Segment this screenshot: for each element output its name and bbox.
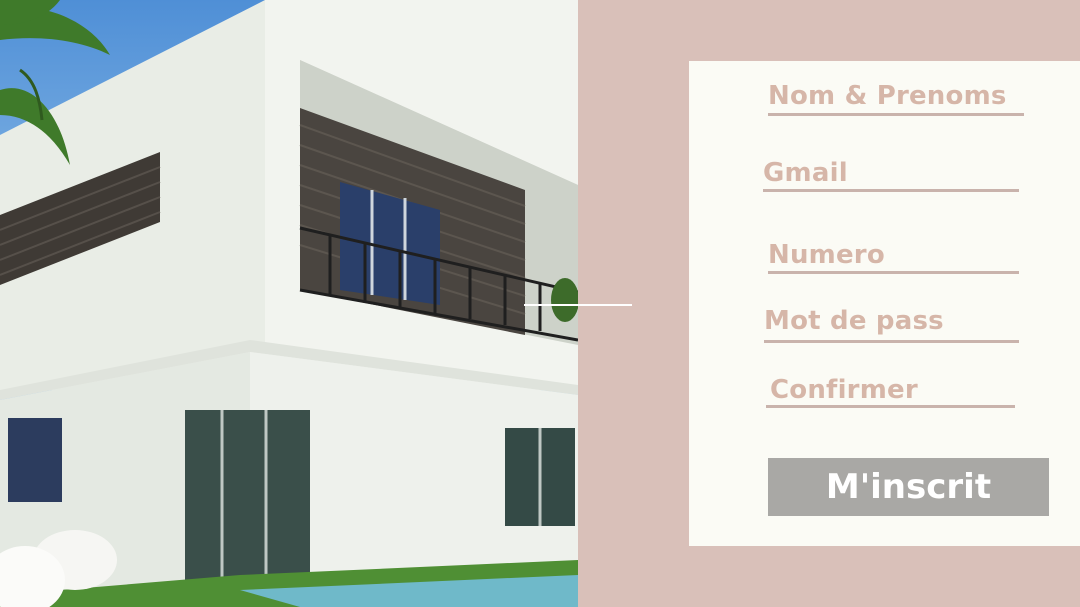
house-photo bbox=[0, 0, 578, 607]
confirm-password-field[interactable]: Confirmer bbox=[766, 375, 1015, 411]
numero-field-underline bbox=[768, 271, 1019, 274]
gmail-field-underline bbox=[763, 189, 1019, 192]
gmail-field[interactable]: Gmail bbox=[763, 158, 1019, 196]
password-field-underline bbox=[764, 340, 1019, 343]
numero-field-label: Numero bbox=[768, 240, 885, 270]
confirm-password-field-underline bbox=[766, 405, 1015, 408]
confirm-password-field-label: Confirmer bbox=[770, 375, 918, 405]
password-field-label: Mot de pass bbox=[764, 306, 944, 336]
gmail-field-label: Gmail bbox=[763, 158, 848, 188]
name-field-underline bbox=[768, 113, 1024, 116]
name-field[interactable]: Nom & Prenoms bbox=[768, 81, 1024, 119]
name-field-label: Nom & Prenoms bbox=[768, 81, 1007, 111]
house-illustration bbox=[0, 0, 578, 607]
connector-line bbox=[524, 304, 632, 306]
signup-button[interactable]: M'inscrit bbox=[768, 458, 1049, 516]
numero-field[interactable]: Numero bbox=[768, 240, 1019, 278]
password-field[interactable]: Mot de pass bbox=[764, 306, 1019, 346]
